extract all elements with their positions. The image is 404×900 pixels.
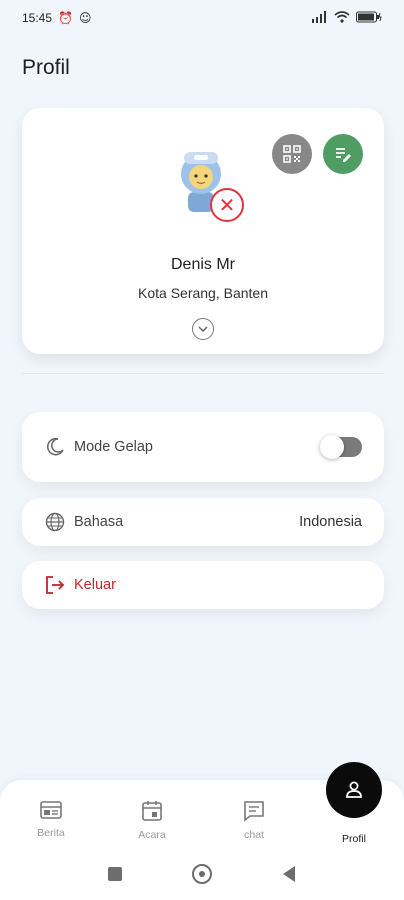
language-label: Bahasa xyxy=(74,514,124,530)
globe-icon xyxy=(44,511,66,533)
calendar-icon xyxy=(142,801,162,821)
profile-card: ✕ Denis Mr Kota Serang, Banten xyxy=(22,108,384,354)
nav-item-chat[interactable]: chat xyxy=(224,800,284,841)
dark-mode-label: Mode Gelap xyxy=(74,439,153,455)
remove-photo-icon[interactable]: ✕ xyxy=(210,188,244,222)
divider xyxy=(22,373,384,374)
nav-item-profil[interactable]: Profil xyxy=(324,826,384,845)
moon-icon xyxy=(44,436,66,458)
logout-icon xyxy=(44,574,66,596)
chat-icon xyxy=(244,801,264,822)
qr-code-button[interactable] xyxy=(272,134,312,174)
nav-label-acara: Acara xyxy=(138,829,166,841)
back-button[interactable] xyxy=(283,866,295,882)
page-title: Profil xyxy=(22,56,70,79)
edit-note-icon xyxy=(336,148,351,162)
nav-label-berita: Berita xyxy=(37,827,65,839)
alarm-icon: ⏰ xyxy=(58,11,73,25)
nav-item-berita[interactable]: Berita xyxy=(21,800,81,839)
edit-profile-button[interactable] xyxy=(323,134,363,174)
chevron-down-icon xyxy=(198,326,208,332)
system-nav-bar xyxy=(0,850,404,900)
recents-button[interactable] xyxy=(108,867,122,881)
user-location: Kota Serang, Banten xyxy=(138,285,268,301)
language-row[interactable]: Bahasa Indonesia xyxy=(22,498,384,546)
profile-fab[interactable] xyxy=(326,762,382,818)
user-name: Denis Mr xyxy=(170,256,235,273)
battery-icon xyxy=(356,11,382,26)
home-button[interactable] xyxy=(192,864,212,884)
qr-code-icon xyxy=(283,145,301,163)
home-dot xyxy=(199,871,205,877)
nav-label-profil: Profil xyxy=(342,833,366,845)
nav-item-acara[interactable]: Acara xyxy=(122,800,182,841)
wifi-icon xyxy=(334,10,350,26)
nav-label-chat: chat xyxy=(244,829,264,841)
newspaper-icon xyxy=(40,801,62,819)
logout-button[interactable]: Keluar xyxy=(22,561,384,609)
toggle-knob xyxy=(320,435,344,459)
expand-profile-button[interactable] xyxy=(192,318,214,340)
person-icon xyxy=(346,781,362,798)
logout-label: Keluar xyxy=(74,577,116,593)
status-bar: 15:45 ⏰ ☺ xyxy=(0,0,404,36)
signal-icon xyxy=(312,10,328,26)
dark-mode-toggle[interactable] xyxy=(320,435,362,459)
language-value: Indonesia xyxy=(299,514,362,530)
status-time: 15:45 xyxy=(22,11,53,25)
dark-mode-row: Mode Gelap xyxy=(22,412,384,482)
notification-icon: ☺ xyxy=(78,11,92,25)
